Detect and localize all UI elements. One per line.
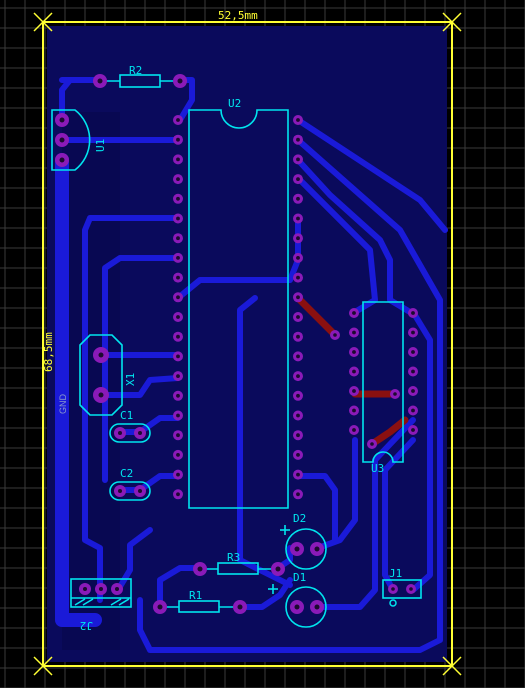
j1-label: J1 <box>389 567 402 580</box>
r1-label: R1 <box>189 589 202 602</box>
gnd-label: GND <box>58 394 68 415</box>
u1-label: U1 <box>94 139 107 152</box>
d2-label: D2 <box>293 512 306 525</box>
d1-label: D1 <box>293 571 306 584</box>
pcb-layout-view: 52,5mm 68,5mm GND R2 U1 U2 U3 X1 C1 C2 R… <box>0 0 525 688</box>
c2-label: C2 <box>120 467 133 480</box>
board-height-label: 68,5mm <box>42 332 55 372</box>
c1-label: C1 <box>120 409 133 422</box>
ground-pour-cutout <box>62 112 120 650</box>
u2-label: U2 <box>228 97 241 110</box>
board-width-label: 52,5mm <box>218 9 258 22</box>
x1-label: X1 <box>124 373 137 386</box>
r3-label: R3 <box>227 551 240 564</box>
j2-label: J2 <box>80 619 93 632</box>
u3-label: U3 <box>371 462 384 475</box>
r2-label: R2 <box>129 64 142 77</box>
